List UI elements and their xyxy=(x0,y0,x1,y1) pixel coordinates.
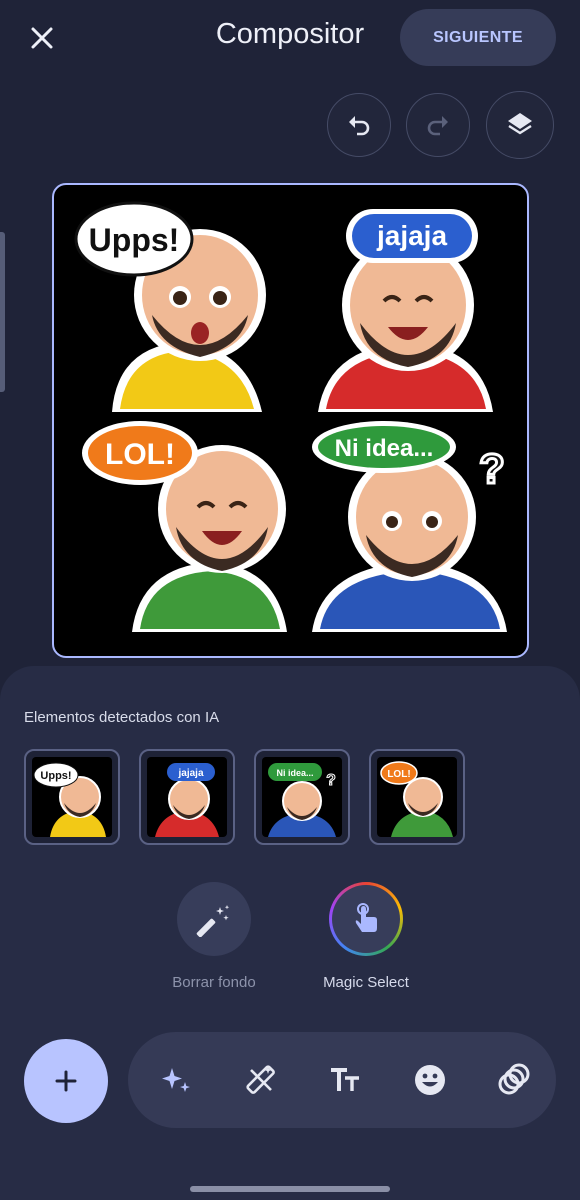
question-mark-icon: ? xyxy=(326,772,336,789)
detected-elements-label: Elementos detectados con IA xyxy=(24,709,220,726)
edge-handle[interactable] xyxy=(0,232,5,392)
remove-background-button[interactable] xyxy=(177,882,251,956)
sticker-upps[interactable]: Upps! xyxy=(72,197,292,417)
magic-select-label: Magic Select xyxy=(323,974,409,991)
sticker-art: Upps! xyxy=(74,201,266,412)
remove-background-tool[interactable]: Borrar fondo xyxy=(166,882,262,991)
sticker-rings-icon[interactable] xyxy=(496,1062,532,1098)
sticker-ni-idea[interactable]: Ni idea... ? xyxy=(302,417,522,637)
thumb-text: LOL! xyxy=(387,769,410,780)
remove-background-label: Borrar fondo xyxy=(172,974,256,991)
magic-select-button[interactable] xyxy=(329,882,403,956)
add-button[interactable] xyxy=(24,1039,108,1123)
thumb-text: jajaja xyxy=(177,768,203,779)
undo-icon xyxy=(349,116,370,136)
sticker-art: Ni idea... ? xyxy=(312,421,507,632)
detected-item[interactable]: Upps! xyxy=(24,749,120,845)
text-size-icon[interactable] xyxy=(327,1062,363,1098)
thumb-text: Ni idea... xyxy=(276,768,313,778)
thumbnail: Ni idea... ? xyxy=(262,757,342,837)
sparkle-icon[interactable] xyxy=(158,1062,194,1098)
question-mark-icon: ? xyxy=(479,445,505,492)
bubble-text: Upps! xyxy=(89,222,180,258)
undo-button[interactable] xyxy=(327,93,391,157)
plus-icon xyxy=(55,1070,77,1092)
sticker-jajaja[interactable]: jajaja xyxy=(298,197,518,417)
detected-item[interactable]: LOL! xyxy=(369,749,465,845)
bubble-text: LOL! xyxy=(105,438,175,471)
top-bar: Compositor SIGUIENTE xyxy=(0,0,580,76)
magic-select-tool[interactable]: Magic Select xyxy=(306,882,426,991)
sticker-canvas[interactable]: Upps! jajaja LOL! Ni idea... ? xyxy=(52,183,529,658)
thumbnail: jajaja xyxy=(147,757,227,837)
bottom-toolbar xyxy=(128,1032,556,1128)
magic-wand-icon xyxy=(196,905,230,937)
thumbnail: LOL! xyxy=(377,757,457,837)
redo-icon xyxy=(427,116,448,136)
redo-button[interactable] xyxy=(406,93,470,157)
layers-icon xyxy=(508,113,532,135)
thumb-text: Upps! xyxy=(40,770,71,782)
sticker-art: jajaja xyxy=(318,209,493,412)
magic-tool-icon[interactable] xyxy=(243,1062,279,1098)
sticker-lol[interactable]: LOL! xyxy=(82,417,302,637)
bubble-text: jajaja xyxy=(376,220,447,251)
gesture-bar xyxy=(190,1186,390,1192)
tap-hand-icon xyxy=(355,903,377,932)
detected-item[interactable]: jajaja xyxy=(139,749,235,845)
layers-button[interactable] xyxy=(486,91,554,159)
detected-item[interactable]: Ni idea... ? xyxy=(254,749,350,845)
emoji-icon[interactable] xyxy=(412,1062,448,1098)
thumbnail: Upps! xyxy=(32,757,112,837)
next-button[interactable]: SIGUIENTE xyxy=(400,9,556,66)
bubble-text: Ni idea... xyxy=(335,435,434,462)
sticker-art: LOL! xyxy=(82,421,287,632)
